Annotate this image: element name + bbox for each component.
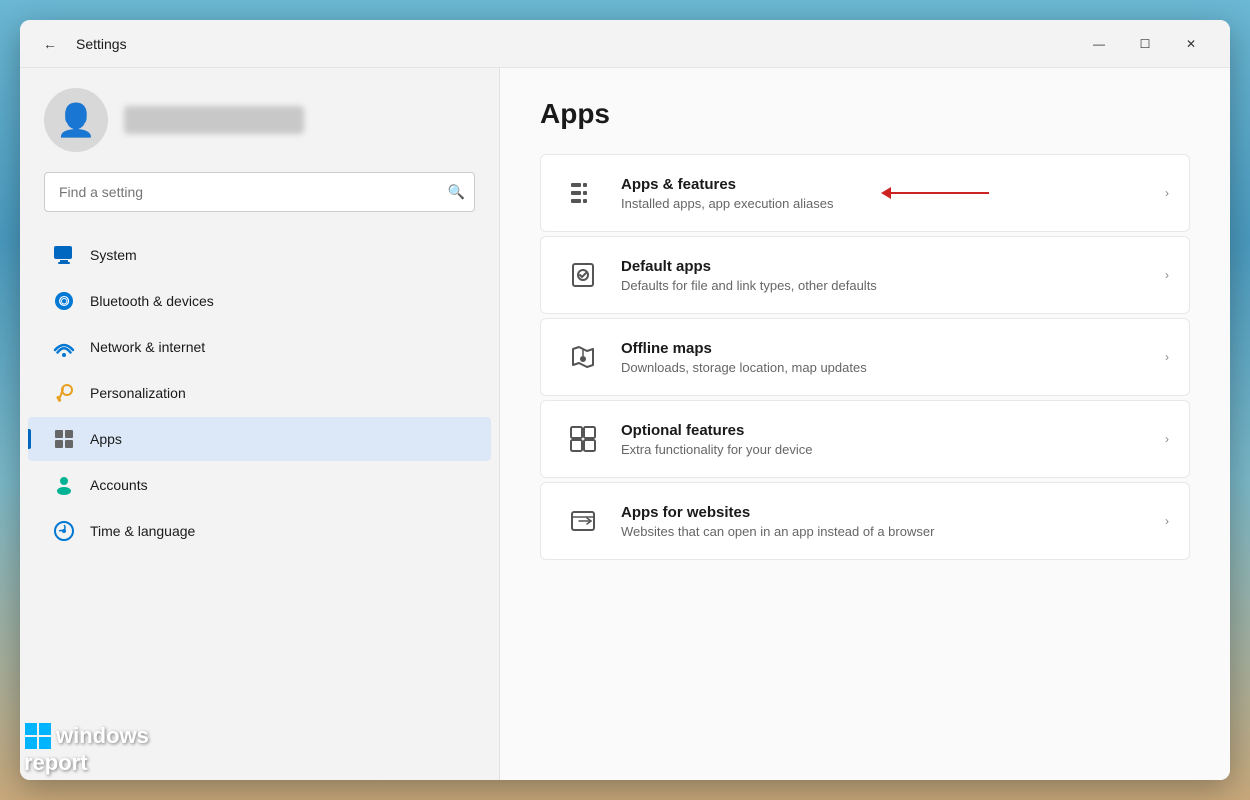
page-title: Apps — [540, 98, 1190, 130]
time-icon — [52, 519, 76, 543]
setting-item-apps-features[interactable]: Apps & features Installed apps, app exec… — [540, 154, 1190, 232]
optional-features-text: Optional features Extra functionality fo… — [621, 422, 1157, 457]
watermark-brand: windows — [56, 724, 149, 748]
watermark: windows report — [24, 722, 149, 776]
network-icon — [52, 335, 76, 359]
annotation-arrow — [881, 187, 989, 199]
settings-window: ← Settings — ☐ ✕ 👤 🔍 — [20, 20, 1230, 780]
setting-item-optional-features[interactable]: Optional features Extra functionality fo… — [540, 400, 1190, 478]
default-apps-text: Default apps Defaults for file and link … — [621, 258, 1157, 293]
sidebar-item-personalization-label: Personalization — [90, 385, 186, 401]
sidebar-item-accounts[interactable]: Accounts — [28, 463, 491, 507]
window-title: Settings — [76, 36, 127, 52]
apps-websites-icon — [561, 499, 605, 543]
sidebar-item-network[interactable]: Network & internet — [28, 325, 491, 369]
sidebar-item-bluetooth-label: Bluetooth & devices — [90, 293, 214, 309]
default-apps-icon — [561, 253, 605, 297]
offline-maps-desc: Downloads, storage location, map updates — [621, 360, 1157, 375]
setting-item-default-apps[interactable]: Default apps Defaults for file and link … — [540, 236, 1190, 314]
avatar: 👤 — [44, 88, 108, 152]
username-blurred — [124, 106, 304, 134]
search-input[interactable] — [44, 172, 475, 212]
chevron-right-icon: › — [1165, 350, 1169, 364]
apps-websites-desc: Websites that can open in an app instead… — [621, 524, 1157, 539]
svg-text:⭗: ⭗ — [58, 293, 69, 309]
sidebar: 👤 🔍 Sy — [20, 68, 500, 780]
offline-maps-icon — [561, 335, 605, 379]
sidebar-item-personalization[interactable]: Personalization — [28, 371, 491, 415]
sidebar-item-accounts-label: Accounts — [90, 477, 148, 493]
sidebar-item-system[interactable]: System — [28, 233, 491, 277]
titlebar-left: ← Settings — [36, 30, 1076, 58]
close-button[interactable]: ✕ — [1168, 28, 1214, 60]
sidebar-item-time-label: Time & language — [90, 523, 195, 539]
apps-websites-text: Apps for websites Websites that can open… — [621, 504, 1157, 539]
window-controls: — ☐ ✕ — [1076, 28, 1214, 60]
optional-features-icon — [561, 417, 605, 461]
setting-item-offline-maps[interactable]: Offline maps Downloads, storage location… — [540, 318, 1190, 396]
apps-icon — [52, 427, 76, 451]
offline-maps-text: Offline maps Downloads, storage location… — [621, 340, 1157, 375]
default-apps-title: Default apps — [621, 258, 1157, 275]
back-button[interactable]: ← — [36, 30, 64, 58]
sidebar-item-system-label: System — [90, 247, 137, 263]
user-profile: 👤 — [20, 88, 499, 172]
windows-logo-icon — [24, 722, 52, 750]
titlebar: ← Settings — ☐ ✕ — [20, 20, 1230, 68]
sidebar-item-apps-label: Apps — [90, 431, 122, 447]
search-box: 🔍 — [44, 172, 475, 212]
sidebar-item-time[interactable]: Time & language — [28, 509, 491, 553]
watermark-report: report — [24, 750, 149, 776]
setting-item-apps-websites[interactable]: Apps for websites Websites that can open… — [540, 482, 1190, 560]
apps-features-icon — [561, 171, 605, 215]
maximize-button[interactable]: ☐ — [1122, 28, 1168, 60]
default-apps-desc: Defaults for file and link types, other … — [621, 278, 1157, 293]
bluetooth-icon: ⭗ — [52, 289, 76, 313]
minimize-button[interactable]: — — [1076, 28, 1122, 60]
chevron-right-icon: › — [1165, 432, 1169, 446]
content-area: 👤 🔍 Sy — [20, 68, 1230, 780]
sidebar-item-apps[interactable]: Apps — [28, 417, 491, 461]
settings-list: Apps & features Installed apps, app exec… — [540, 154, 1190, 560]
apps-websites-title: Apps for websites — [621, 504, 1157, 521]
sidebar-item-network-label: Network & internet — [90, 339, 205, 355]
personalization-icon — [52, 381, 76, 405]
sidebar-item-bluetooth[interactable]: ⭗ Bluetooth & devices — [28, 279, 491, 323]
search-icon-button[interactable]: 🔍 — [448, 184, 465, 201]
user-icon: 👤 — [56, 101, 96, 139]
arrow-line — [889, 192, 989, 194]
chevron-right-icon: › — [1165, 268, 1169, 282]
optional-features-title: Optional features — [621, 422, 1157, 439]
accounts-icon — [52, 473, 76, 497]
nav-items: System ⭗ Bluetooth & devices — [20, 232, 499, 554]
system-icon — [52, 243, 76, 267]
chevron-right-icon: › — [1165, 186, 1169, 200]
offline-maps-title: Offline maps — [621, 340, 1157, 357]
optional-features-desc: Extra functionality for your device — [621, 442, 1157, 457]
main-panel: Apps Apps & — [500, 68, 1230, 780]
chevron-right-icon: › — [1165, 514, 1169, 528]
